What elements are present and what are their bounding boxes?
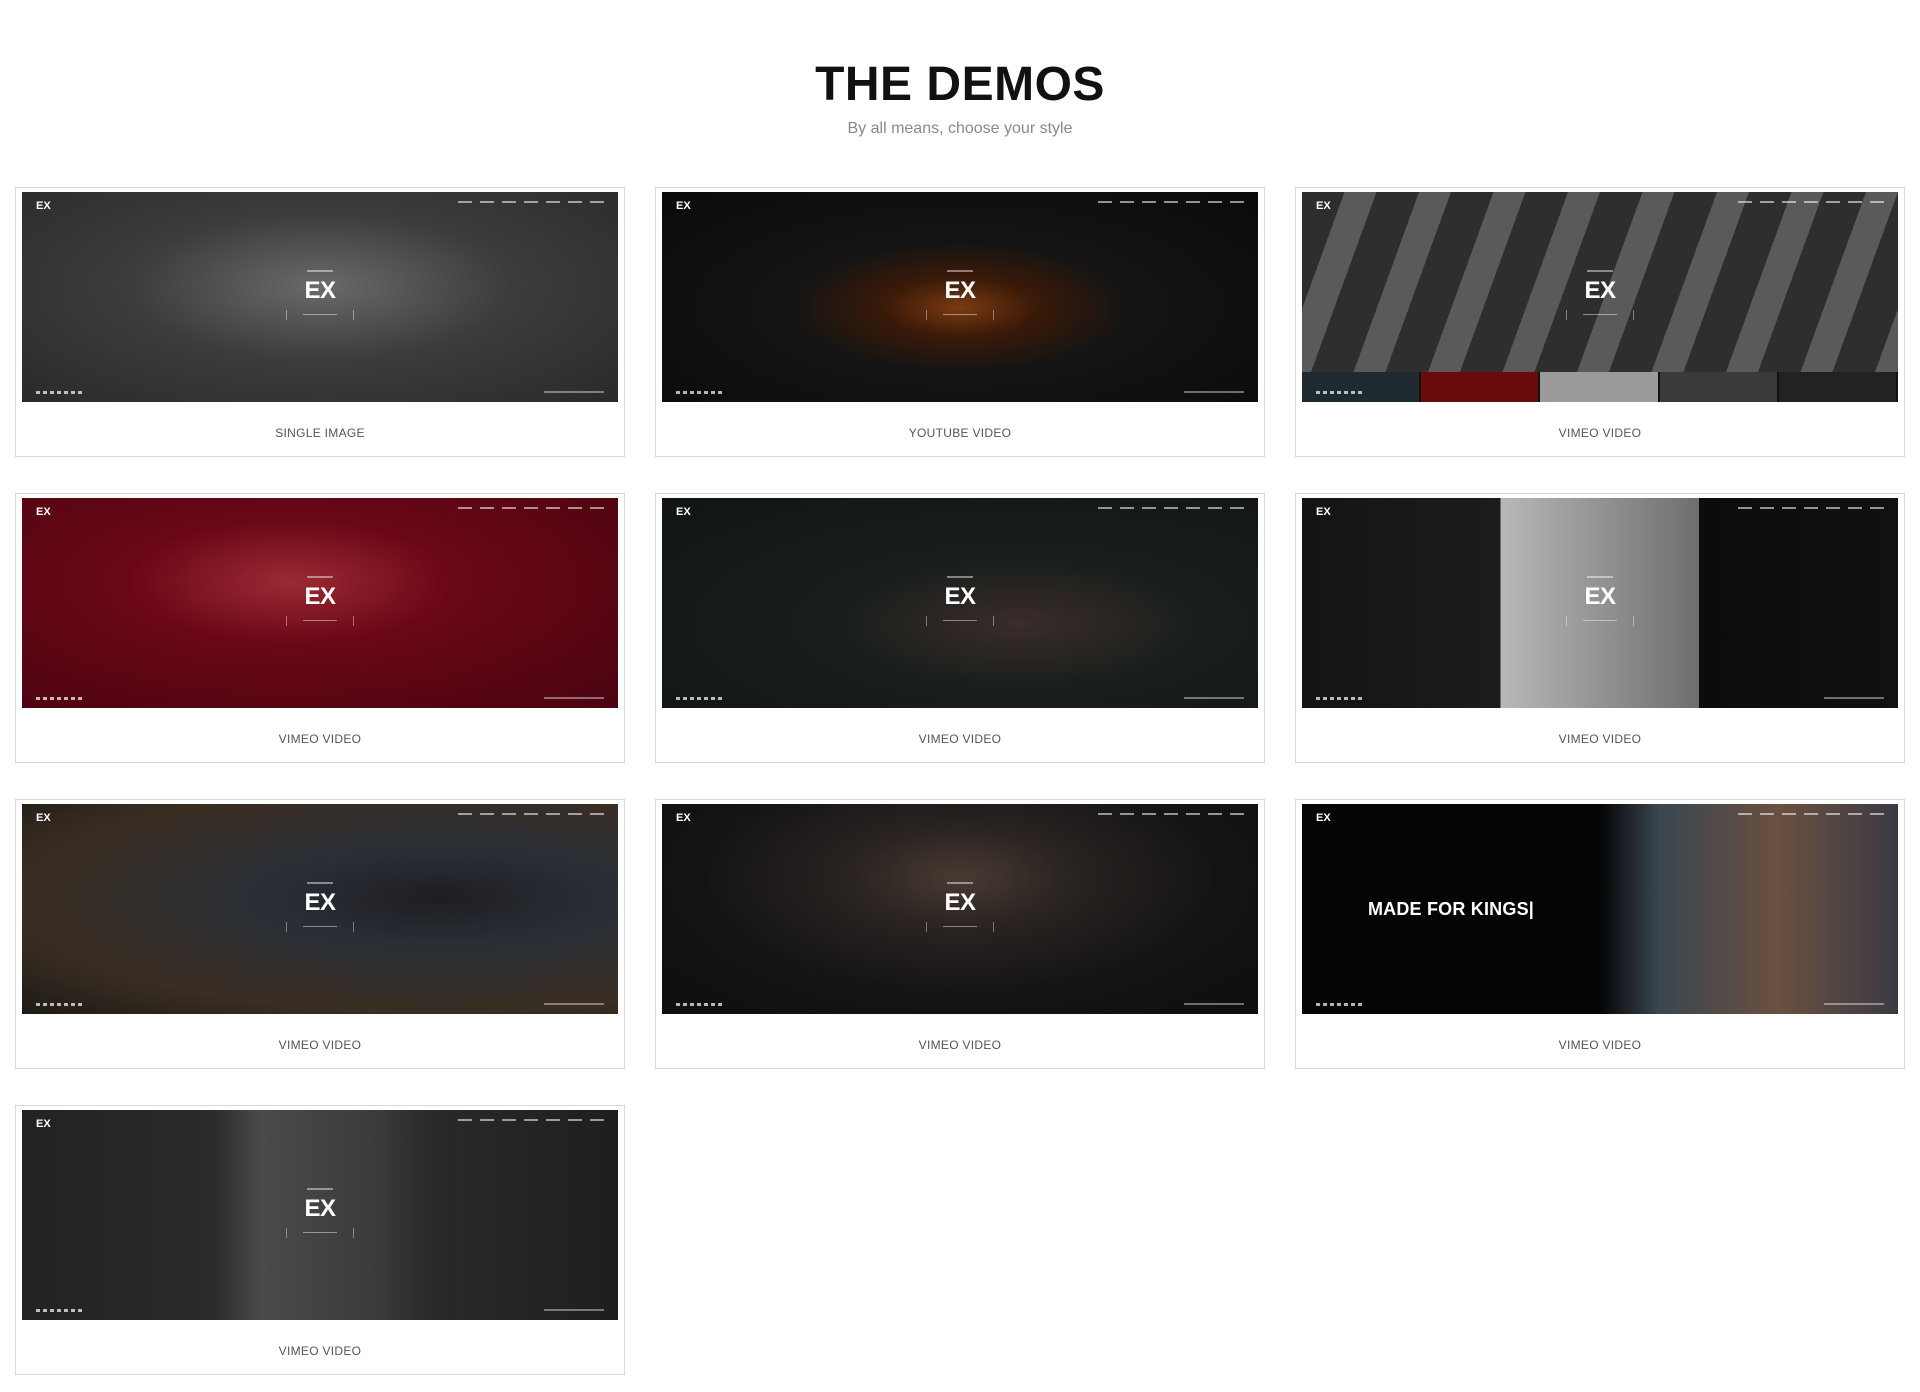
thumbnail-logo: EX bbox=[36, 1118, 51, 1130]
demo-thumbnail: EX EX bbox=[662, 498, 1258, 708]
demo-thumbnail: EX EX bbox=[662, 804, 1258, 1014]
thumbnail-nav bbox=[1098, 201, 1244, 203]
thumbnail-hero: EX bbox=[260, 270, 380, 320]
thumbnail-social-icons bbox=[1316, 391, 1362, 394]
thumbnail-hero: EX bbox=[900, 270, 1020, 320]
demo-label: VIMEO VIDEO bbox=[918, 1038, 1002, 1052]
thumbnail-logo: EX bbox=[676, 200, 691, 212]
thumbnail-hero: EX bbox=[900, 576, 1020, 626]
thumbnail-social-icons bbox=[676, 697, 722, 700]
demo-card[interactable]: EX EX VIMEO VIDEO bbox=[655, 799, 1265, 1069]
demo-card[interactable]: EX EX VIMEO VIDEO bbox=[15, 1105, 625, 1375]
thumbnail-social-icons bbox=[36, 391, 82, 394]
thumbnail-hero: EX bbox=[260, 1188, 380, 1238]
demo-label: VIMEO VIDEO bbox=[918, 732, 1002, 746]
thumbnail-nav bbox=[1098, 507, 1244, 509]
thumbnail-copyright bbox=[544, 1003, 604, 1005]
thumbnail-nav bbox=[458, 201, 604, 203]
thumbnail-social-icons bbox=[36, 1003, 82, 1006]
thumbnail-logo: EX bbox=[1316, 200, 1331, 212]
thumbnail-copyright bbox=[544, 697, 604, 699]
demo-card[interactable]: EX EX VIMEO VIDEO bbox=[655, 493, 1265, 763]
demo-thumbnail: EX EX bbox=[22, 192, 618, 402]
demo-card[interactable]: MADE FOR KINGS| EX VIMEO VIDEO bbox=[1295, 799, 1905, 1069]
thumbnail-brand: EX bbox=[1584, 583, 1616, 610]
thumbnail-logo: EX bbox=[36, 812, 51, 824]
thumbnail-copyright bbox=[544, 1309, 604, 1311]
demo-label: VIMEO VIDEO bbox=[278, 732, 362, 746]
demo-grid: EX EX SINGLE IMAGE EX EX YOUTUBE VIDEO E… bbox=[15, 187, 1905, 1375]
thumbnail-logo: EX bbox=[1316, 812, 1331, 824]
page-subtitle: By all means, choose your style bbox=[847, 120, 1073, 137]
demo-card[interactable]: EX EX YOUTUBE VIDEO bbox=[655, 187, 1265, 457]
thumbnail-social-icons bbox=[676, 391, 722, 394]
thumbnail-hero: EX bbox=[900, 882, 1020, 932]
thumbnail-hero: EX bbox=[1540, 576, 1660, 626]
demo-thumbnail: EX EX bbox=[662, 192, 1258, 402]
thumbnail-social-icons bbox=[676, 1003, 722, 1006]
thumbnail-brand: EX bbox=[304, 889, 336, 916]
thumbnail-nav bbox=[1738, 507, 1884, 509]
demo-card[interactable]: EX EX VIMEO VIDEO bbox=[15, 493, 625, 763]
thumbnail-copyright bbox=[1184, 1003, 1244, 1005]
demo-card[interactable]: EX EX VIMEO VIDEO bbox=[1295, 187, 1905, 457]
demo-thumbnail: EX EX bbox=[22, 804, 618, 1014]
thumbnail-brand: EX bbox=[304, 1195, 336, 1222]
thumbnail-social-icons bbox=[1316, 697, 1362, 700]
thumbnail-copyright bbox=[1184, 697, 1244, 699]
thumbnail-hero: EX bbox=[260, 576, 380, 626]
page-header: THE DEMOS By all means, choose your styl… bbox=[0, 55, 1920, 139]
thumbnail-copyright bbox=[544, 391, 604, 393]
page-title: THE DEMOS bbox=[815, 58, 1105, 111]
thumbnail-headline: MADE FOR KINGS| bbox=[1302, 804, 1600, 1014]
thumbnail-logo: EX bbox=[1316, 506, 1331, 518]
demo-thumbnail: EX EX bbox=[1302, 192, 1898, 402]
demo-card[interactable]: EX EX VIMEO VIDEO bbox=[1295, 493, 1905, 763]
thumbnail-social-icons bbox=[36, 697, 82, 700]
thumbnail-social-icons bbox=[36, 1309, 82, 1312]
demo-label: VIMEO VIDEO bbox=[1558, 1038, 1642, 1052]
thumbnail-nav bbox=[1738, 813, 1884, 815]
demo-label: VIMEO VIDEO bbox=[278, 1038, 362, 1052]
thumbnail-nav bbox=[458, 813, 604, 815]
thumbnail-nav bbox=[1098, 813, 1244, 815]
thumbnail-copyright bbox=[1184, 391, 1244, 393]
thumbnail-brand: EX bbox=[1584, 277, 1616, 304]
thumbnail-nav bbox=[458, 507, 604, 509]
demo-card[interactable]: EX EX SINGLE IMAGE bbox=[15, 187, 625, 457]
thumbnail-logo: EX bbox=[676, 812, 691, 824]
thumbnail-filmstrip bbox=[1302, 372, 1898, 402]
thumbnail-brand: EX bbox=[944, 889, 976, 916]
thumbnail-social-icons bbox=[1316, 1003, 1362, 1006]
thumbnail-logo: EX bbox=[36, 506, 51, 518]
thumbnail-brand: EX bbox=[944, 277, 976, 304]
thumbnail-brand: EX bbox=[304, 277, 336, 304]
thumbnail-nav bbox=[1738, 201, 1884, 203]
thumbnail-brand: EX bbox=[304, 583, 336, 610]
demo-label: YOUTUBE VIDEO bbox=[908, 426, 1012, 440]
demo-thumbnail: MADE FOR KINGS| EX bbox=[1302, 804, 1898, 1014]
demo-label: VIMEO VIDEO bbox=[278, 1344, 362, 1358]
demo-label: VIMEO VIDEO bbox=[1558, 426, 1642, 440]
demo-label: VIMEO VIDEO bbox=[1558, 732, 1642, 746]
thumbnail-nav bbox=[458, 1119, 604, 1121]
demo-thumbnail: EX EX bbox=[22, 498, 618, 708]
thumbnail-logo: EX bbox=[676, 506, 691, 518]
demo-label: SINGLE IMAGE bbox=[275, 426, 365, 440]
thumbnail-hero: EX bbox=[260, 882, 380, 932]
thumbnail-logo: EX bbox=[36, 200, 51, 212]
demo-thumbnail: EX EX bbox=[22, 1110, 618, 1320]
thumbnail-copyright bbox=[1824, 1003, 1884, 1005]
demo-thumbnail: EX EX bbox=[1302, 498, 1898, 708]
thumbnail-copyright bbox=[1824, 697, 1884, 699]
thumbnail-brand: EX bbox=[944, 583, 976, 610]
thumbnail-hero: EX bbox=[1540, 270, 1660, 320]
demo-card[interactable]: EX EX VIMEO VIDEO bbox=[15, 799, 625, 1069]
